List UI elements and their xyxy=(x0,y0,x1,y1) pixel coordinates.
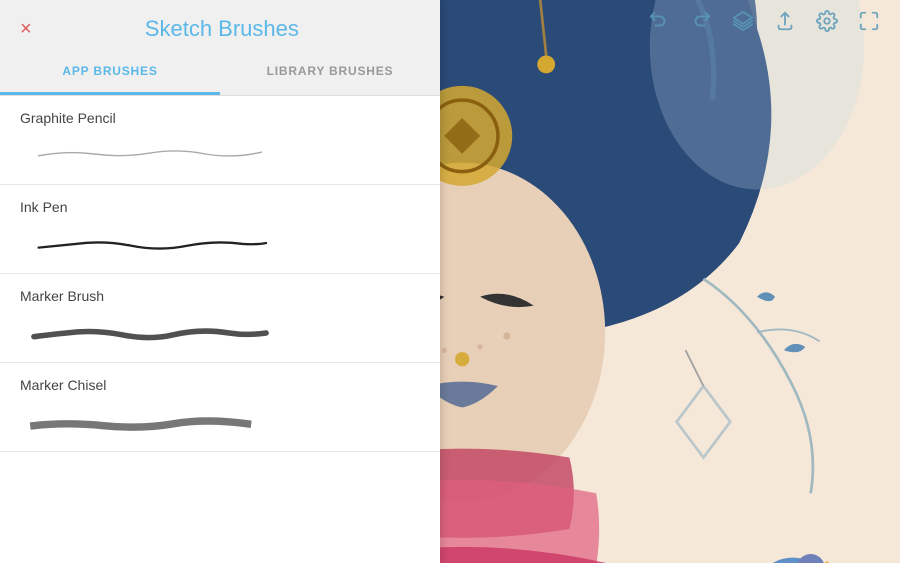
brush-item-inkpen[interactable]: Ink Pen xyxy=(0,185,440,274)
share-button[interactable] xyxy=(774,10,796,38)
tab-app-brushes[interactable]: APP BRUSHES xyxy=(0,50,220,95)
close-button[interactable]: × xyxy=(20,19,32,39)
brush-panel: × Sketch Brushes APP BRUSHES LIBRARY BRU… xyxy=(0,0,440,563)
brush-preview-inkpen xyxy=(20,223,280,263)
brush-name-marker: Marker Brush xyxy=(20,288,420,304)
undo-button[interactable] xyxy=(648,10,670,38)
brush-item-marker[interactable]: Marker Brush xyxy=(0,274,440,363)
brush-name-chisel: Marker Chisel xyxy=(20,377,420,393)
brush-item-graphite[interactable]: Graphite Pencil xyxy=(0,96,440,185)
brush-name-inkpen: Ink Pen xyxy=(20,199,420,215)
tabs-bar: APP BRUSHES LIBRARY BRUSHES xyxy=(0,50,440,96)
brush-preview-marker xyxy=(20,312,280,352)
brush-name-graphite: Graphite Pencil xyxy=(20,110,420,126)
fullscreen-button[interactable] xyxy=(858,10,880,38)
panel-title: Sketch Brushes xyxy=(44,16,420,42)
panel-header: × Sketch Brushes xyxy=(0,0,440,50)
layers-button[interactable] xyxy=(732,10,754,38)
brush-preview-chisel xyxy=(20,401,280,441)
settings-button[interactable] xyxy=(816,10,838,38)
brush-preview-graphite xyxy=(20,134,280,174)
top-toolbar xyxy=(648,10,880,38)
brush-list: Graphite Pencil Ink Pen Marker Brush xyxy=(0,96,440,563)
tab-library-brushes[interactable]: LIBRARY BRUSHES xyxy=(220,50,440,95)
brush-item-chisel[interactable]: Marker Chisel xyxy=(0,363,440,452)
redo-button[interactable] xyxy=(690,10,712,38)
